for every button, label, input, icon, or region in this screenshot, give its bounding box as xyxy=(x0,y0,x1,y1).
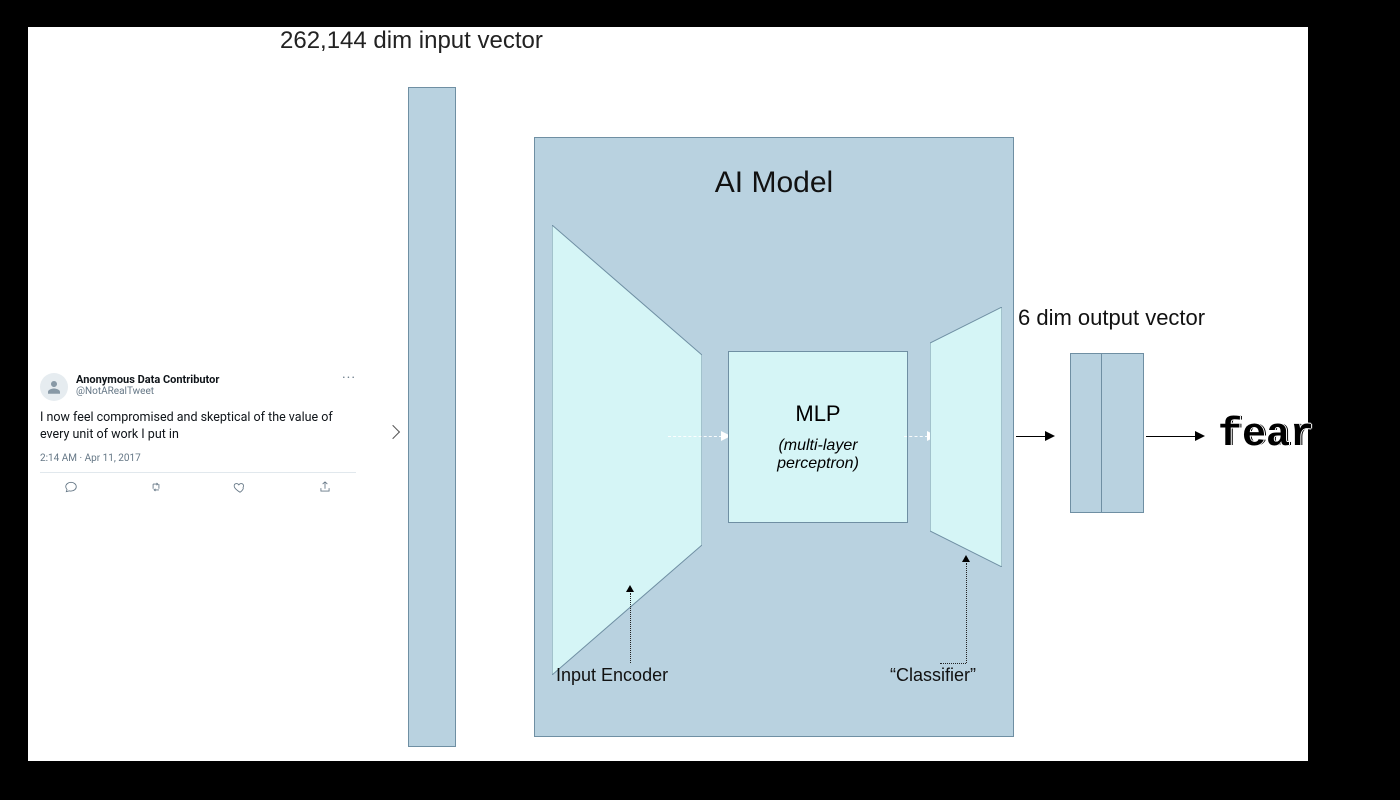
leader-arrowhead-1 xyxy=(626,585,634,592)
leader-line-2b xyxy=(940,663,966,664)
input-encoder-shape xyxy=(552,225,702,675)
like-icon xyxy=(233,479,247,498)
input-encoder-label: Input Encoder xyxy=(556,665,668,686)
leader-arrowhead-2 xyxy=(962,555,970,562)
retweet-icon xyxy=(149,479,163,498)
arrow-white-1 xyxy=(458,431,538,441)
classifier-shape xyxy=(930,307,1002,567)
reply-icon xyxy=(64,479,78,498)
tweet-card: Anonymous Data Contributor @NotARealTwee… xyxy=(28,363,368,506)
arrow-open-head xyxy=(386,425,400,439)
share-icon xyxy=(318,479,332,498)
leader-line-2 xyxy=(966,563,967,663)
input-vector-bar xyxy=(408,87,456,747)
more-icon: ··· xyxy=(342,373,356,383)
tweet-author-handle: @NotARealTweet xyxy=(76,386,342,398)
avatar-icon xyxy=(40,373,68,401)
leader-line-1 xyxy=(630,593,631,663)
ai-model-title: AI Model xyxy=(535,166,1013,200)
arrow-black-1 xyxy=(1016,431,1056,441)
tweet-author-name: Anonymous Data Contributor xyxy=(76,373,342,386)
tweet-actions xyxy=(40,473,356,498)
arrow-white-2 xyxy=(668,431,732,441)
input-vector-label: 262,144 dim input vector xyxy=(280,27,543,55)
diagram-canvas: 262,144 dim input vector Anonymous Data … xyxy=(28,27,1308,761)
mlp-title: MLP xyxy=(737,401,899,427)
arrow-black-2 xyxy=(1146,431,1206,441)
mlp-subtitle: (multi-layer perceptron) xyxy=(737,437,899,473)
output-vector-bar xyxy=(1070,353,1144,513)
classifier-label: “Classifier” xyxy=(890,665,976,686)
mlp-block: MLP (multi-layer perceptron) xyxy=(728,351,908,523)
tweet-meta: 2:14 AM · Apr 11, 2017 xyxy=(40,453,356,464)
output-class-label: fear xyxy=(1218,413,1314,458)
output-vector-label: 6 dim output vector xyxy=(1018,305,1205,331)
tweet-body: I now feel compromised and skeptical of … xyxy=(40,409,356,443)
